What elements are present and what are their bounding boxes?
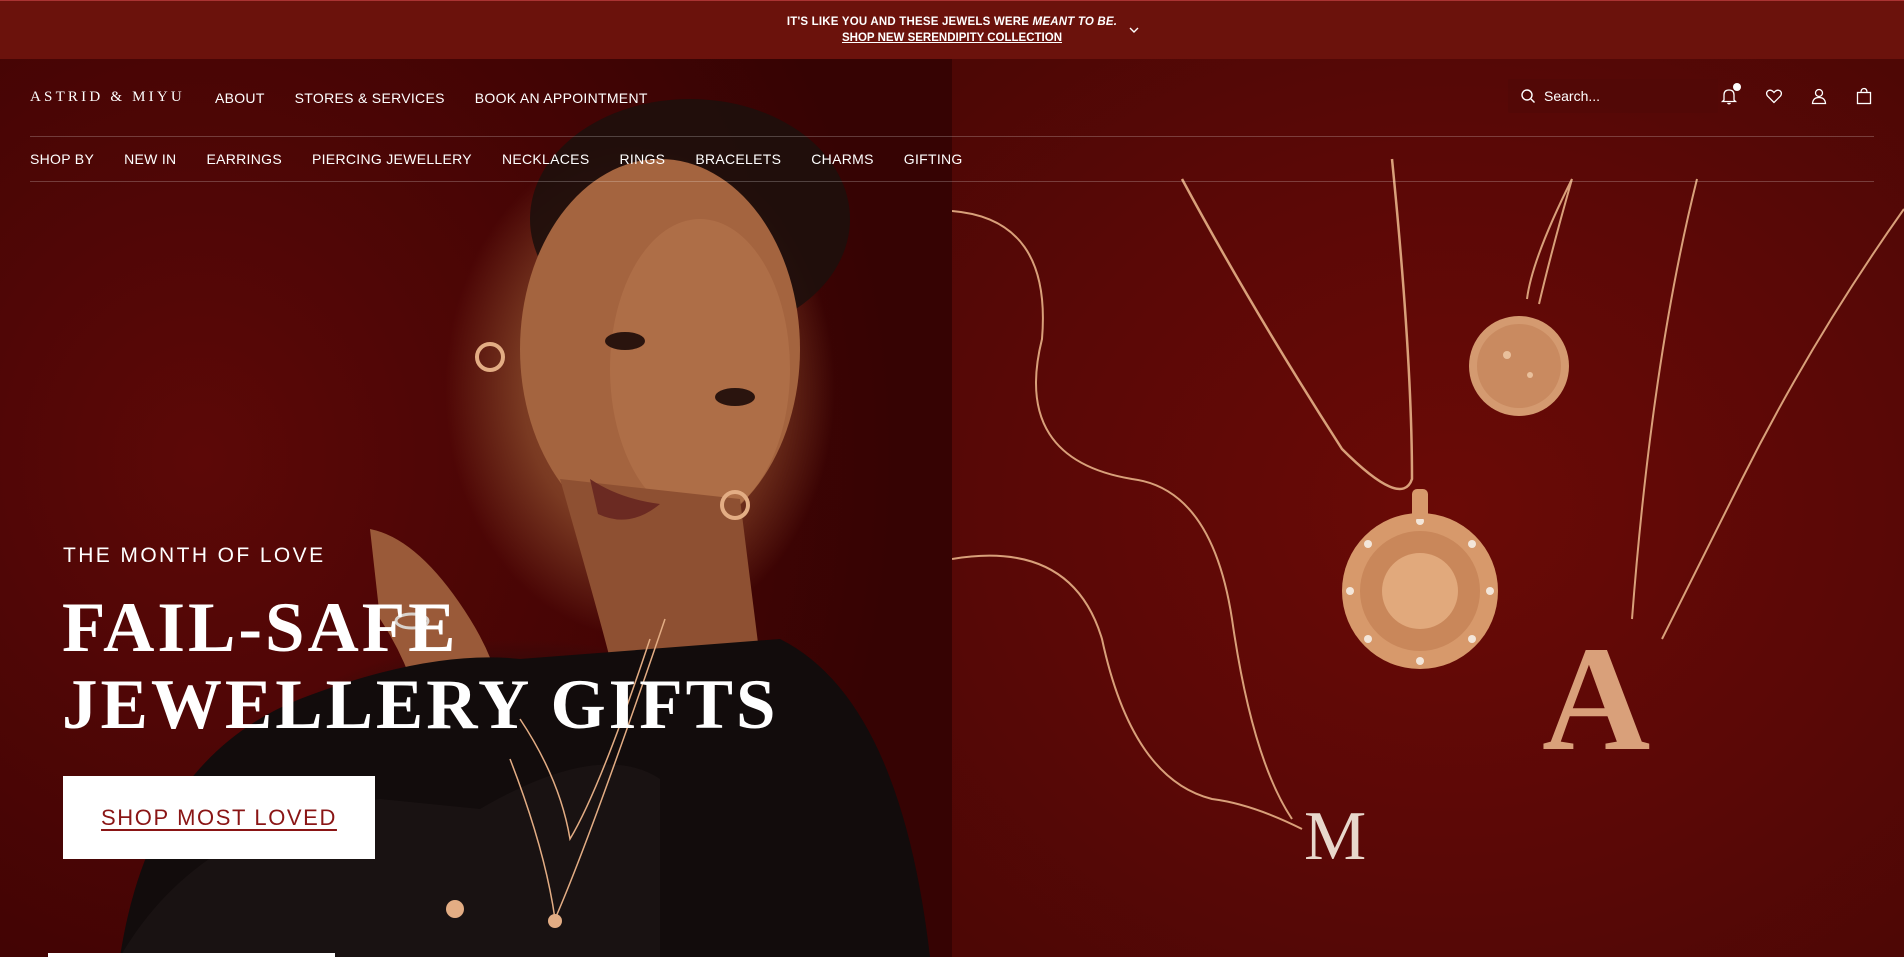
header-icons	[1719, 83, 1874, 106]
brand-logo[interactable]: ASTRID & MIYU	[30, 89, 185, 106]
carousel-progress-indicator	[48, 953, 335, 957]
category-shop-by[interactable]: SHOP BY	[30, 151, 94, 167]
category-piercing-jewellery[interactable]: PIERCING JEWELLERY	[312, 151, 472, 167]
nav-about[interactable]: ABOUT	[215, 90, 265, 106]
top-nav: ABOUT STORES & SERVICES BOOK AN APPOINTM…	[215, 90, 648, 106]
shop-most-loved-button[interactable]: SHOP MOST LOVED	[63, 776, 375, 859]
announcement-bar: IT'S LIKE YOU AND THESE JEWELS WERE MEAN…	[0, 0, 1904, 59]
search-icon	[1521, 89, 1535, 103]
announcement-link[interactable]: SHOP NEW SERENDIPITY COLLECTION	[842, 32, 1062, 44]
hero-headline-line-1: FAIL-SAFE	[62, 589, 459, 667]
search-box[interactable]	[1508, 79, 1718, 113]
bell-icon[interactable]	[1719, 83, 1741, 106]
hero-product-image: M A	[952, 59, 1904, 957]
bag-icon[interactable]	[1854, 86, 1874, 106]
heart-icon[interactable]	[1764, 86, 1784, 106]
user-icon[interactable]	[1809, 86, 1829, 106]
letter-m-pendant: M	[1304, 798, 1366, 875]
nav-stores-services[interactable]: STORES & SERVICES	[295, 90, 445, 106]
hero-eyebrow: THE MONTH OF LOVE	[63, 544, 326, 567]
announcement-main: IT'S LIKE YOU AND THESE JEWELS WERE	[786, 16, 1033, 28]
category-bracelets[interactable]: BRACELETS	[695, 151, 781, 167]
site-header: ASTRID & MIYU ABOUT STORES & SERVICES BO…	[30, 59, 1874, 137]
hero-headline-line-2: JEWELLERY GIFTS	[62, 666, 779, 744]
category-rings[interactable]: RINGS	[619, 151, 665, 167]
hero-headline: FAIL-SAFE JEWELLERY GIFTS	[62, 590, 779, 744]
notification-badge	[1733, 83, 1741, 91]
search-input[interactable]	[1544, 88, 1704, 104]
page: M A IT'S LIKE YOU AND THESE JEWELS WERE …	[0, 0, 1904, 957]
category-charms[interactable]: CHARMS	[811, 151, 873, 167]
announcement-emphasis: MEANT TO BE.	[1032, 16, 1118, 28]
category-earrings[interactable]: EARRINGS	[206, 151, 282, 167]
announcement-text: IT'S LIKE YOU AND THESE JEWELS WERE MEAN…	[787, 16, 1117, 28]
cta-label: SHOP MOST LOVED	[101, 804, 337, 830]
letter-a-pendant: A	[1542, 616, 1650, 782]
nav-book-appointment[interactable]: BOOK AN APPOINTMENT	[475, 90, 648, 106]
category-gifting[interactable]: GIFTING	[904, 151, 963, 167]
category-new-in[interactable]: NEW IN	[124, 151, 176, 167]
chevron-down-icon[interactable]	[1127, 23, 1141, 37]
category-necklaces[interactable]: NECKLACES	[502, 151, 590, 167]
chain-m	[952, 210, 1293, 820]
category-nav: SHOP BY NEW IN EARRINGS PIERCING JEWELLE…	[30, 137, 1874, 182]
